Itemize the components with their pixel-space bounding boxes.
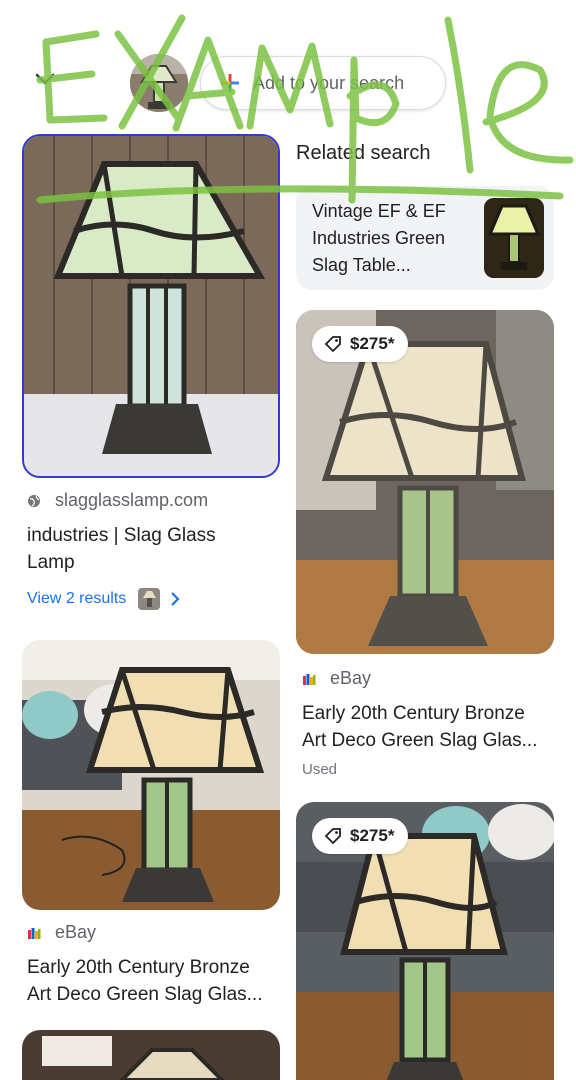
chevron-down-icon[interactable] [30, 64, 60, 94]
title-line: Early 20th Century Bronze [27, 957, 250, 978]
condition-label: Used [302, 761, 338, 778]
price-value: $275* [350, 334, 395, 353]
result-image-partial[interactable] [22, 1030, 280, 1080]
result-title[interactable]: Early 20th Century Bronze Art Deco Green… [27, 954, 279, 1008]
view-results-label: View 2 results [27, 590, 127, 607]
title-line: Lamp [27, 552, 75, 573]
related-search-heading: Related search [296, 142, 431, 164]
result-title[interactable]: industries | Slag Glass Lamp [27, 522, 277, 576]
price-tag-icon [324, 828, 341, 845]
view-more-results-link[interactable]: View 2 results [27, 588, 180, 610]
related-search-text: Vintage EF & EF Industries Green Slag Ta… [312, 201, 446, 275]
price-tag-icon [324, 336, 341, 353]
top-bar: Add to your search [0, 0, 576, 130]
plus-icon [221, 74, 239, 92]
results-thumbnail [138, 588, 161, 610]
related-search-thumbnail [484, 198, 544, 278]
chevron-right-icon [171, 592, 180, 606]
result-image-ebay-1[interactable]: $275* [296, 310, 554, 654]
related-search-card[interactable]: Vintage EF & EF Industries Green Slag Ta… [296, 186, 554, 290]
add-to-search-button[interactable]: Add to your search [200, 56, 446, 110]
ebay-icon [28, 927, 41, 939]
price-chip: $275* [312, 818, 409, 854]
result-title[interactable]: Early 20th Century Bronze Art Deco Green… [302, 700, 556, 754]
source-name: eBay [55, 922, 97, 942]
result-source[interactable]: eBay [302, 668, 371, 689]
result-source[interactable]: slagglasslamp.com [27, 490, 208, 511]
result-image-ebay-2[interactable] [22, 640, 280, 910]
source-name: eBay [330, 668, 372, 688]
price-value: $275* [350, 826, 395, 845]
query-image-thumbnail[interactable] [130, 54, 188, 112]
title-line: industries | Slag Glass [27, 525, 216, 546]
price-chip: $275* [312, 326, 409, 362]
title-line: Early 20th Century Bronze [302, 703, 525, 724]
globe-icon [28, 494, 40, 507]
title-line: Art Deco Green Slag Glas... [302, 730, 538, 751]
result-image-slagglasslamp[interactable] [22, 134, 280, 478]
add-to-search-label: Add to your search [253, 72, 405, 93]
result-source[interactable]: eBay [27, 922, 96, 943]
source-name: slagglasslamp.com [55, 490, 209, 510]
result-image-ebay-3[interactable]: $275* [296, 802, 554, 1080]
ebay-icon [303, 673, 316, 685]
title-line: Art Deco Green Slag Glas... [27, 984, 263, 1005]
